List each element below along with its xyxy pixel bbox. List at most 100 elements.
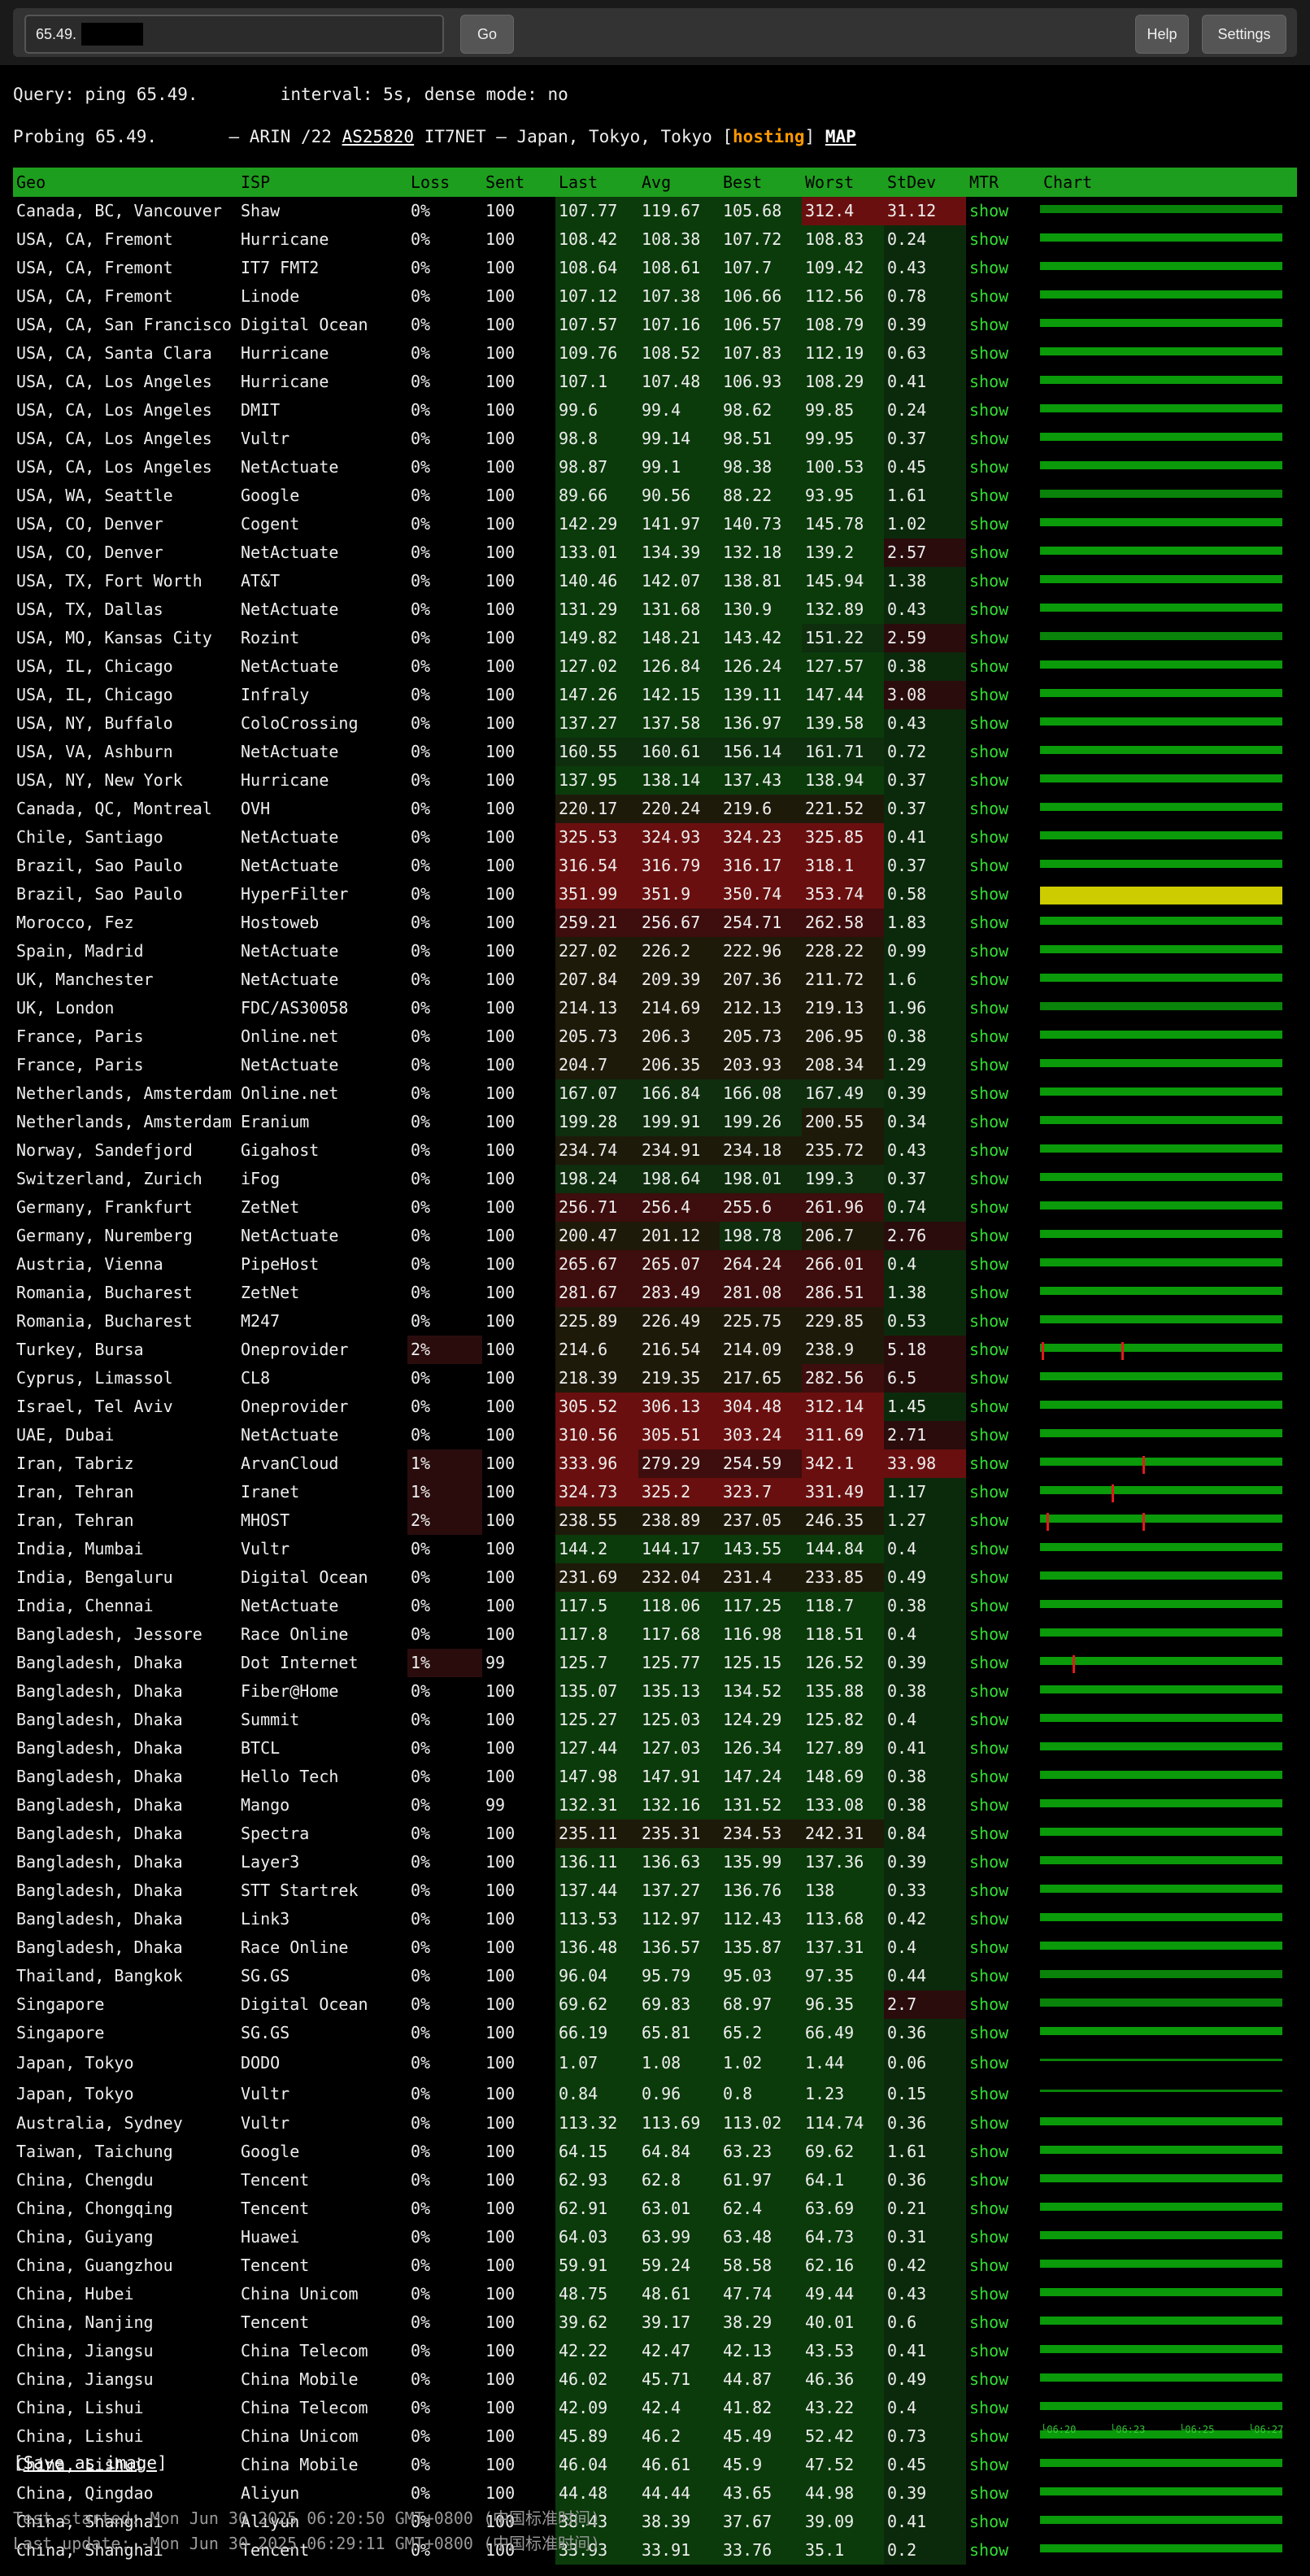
column-header[interactable]: Loss: [407, 168, 482, 197]
settings-button[interactable]: Settings: [1202, 15, 1286, 54]
mtr-show-link[interactable]: show: [966, 2223, 1040, 2251]
mtr-show-link[interactable]: show: [966, 254, 1040, 282]
mtr-show-link[interactable]: show: [966, 1592, 1040, 1620]
mtr-show-link[interactable]: show: [966, 1734, 1040, 1763]
mtr-show-link[interactable]: show: [966, 1449, 1040, 1478]
mtr-show-link[interactable]: show: [966, 1791, 1040, 1820]
mtr-show-link[interactable]: show: [966, 339, 1040, 368]
mtr-show-link[interactable]: show: [966, 1677, 1040, 1706]
mtr-show-link[interactable]: show: [966, 2109, 1040, 2138]
mtr-show-link[interactable]: show: [966, 1876, 1040, 1905]
mtr-show-link[interactable]: show: [966, 1620, 1040, 1649]
column-header[interactable]: StDev: [884, 168, 966, 197]
mtr-show-link[interactable]: show: [966, 510, 1040, 538]
mtr-show-link[interactable]: show: [966, 2308, 1040, 2337]
asn-link[interactable]: AS25820: [342, 127, 415, 146]
mtr-show-link[interactable]: show: [966, 1535, 1040, 1563]
mtr-show-link[interactable]: show: [966, 709, 1040, 738]
save-as-image-link[interactable]: Save as image: [24, 2453, 157, 2473]
mtr-show-link[interactable]: show: [966, 2166, 1040, 2195]
column-header[interactable]: Chart: [1040, 168, 1297, 197]
mtr-show-link[interactable]: show: [966, 994, 1040, 1022]
mtr-show-link[interactable]: show: [966, 2337, 1040, 2365]
mtr-show-link[interactable]: show: [966, 2280, 1040, 2308]
mtr-show-link[interactable]: show: [966, 795, 1040, 823]
mtr-show-link[interactable]: show: [966, 681, 1040, 709]
mtr-show-link[interactable]: show: [966, 2078, 1040, 2109]
go-button[interactable]: Go: [460, 15, 514, 54]
mtr-show-link[interactable]: show: [966, 197, 1040, 225]
mtr-show-link[interactable]: show: [966, 1250, 1040, 1279]
mtr-show-link[interactable]: show: [966, 482, 1040, 510]
mtr-show-link[interactable]: show: [966, 2508, 1040, 2536]
mtr-show-link[interactable]: show: [966, 1051, 1040, 1079]
mtr-show-link[interactable]: show: [966, 1478, 1040, 1506]
mtr-show-link[interactable]: show: [966, 1108, 1040, 1136]
mtr-show-link[interactable]: show: [966, 624, 1040, 652]
mtr-show-link[interactable]: show: [966, 311, 1040, 339]
mtr-show-link[interactable]: show: [966, 1393, 1040, 1421]
mtr-show-link[interactable]: show: [966, 1307, 1040, 1336]
mtr-show-link[interactable]: show: [966, 652, 1040, 681]
mtr-show-link[interactable]: show: [966, 1193, 1040, 1222]
mtr-show-link[interactable]: show: [966, 1421, 1040, 1449]
mtr-show-link[interactable]: show: [966, 453, 1040, 482]
mtr-show-link[interactable]: show: [966, 1848, 1040, 1876]
mtr-show-link[interactable]: show: [966, 368, 1040, 396]
mtr-show-link[interactable]: show: [966, 823, 1040, 852]
mtr-show-link[interactable]: show: [966, 425, 1040, 453]
column-header[interactable]: MTR: [966, 168, 1040, 197]
mtr-show-link[interactable]: show: [966, 567, 1040, 595]
mtr-show-link[interactable]: show: [966, 766, 1040, 795]
mtr-show-link[interactable]: show: [966, 225, 1040, 254]
column-header[interactable]: ISP: [237, 168, 407, 197]
column-header[interactable]: Last: [555, 168, 638, 197]
column-header[interactable]: Geo: [13, 168, 237, 197]
mtr-show-link[interactable]: show: [966, 2138, 1040, 2166]
mtr-show-link[interactable]: show: [966, 965, 1040, 994]
mtr-show-link[interactable]: show: [966, 852, 1040, 880]
mtr-show-link[interactable]: show: [966, 2479, 1040, 2508]
mtr-show-link[interactable]: show: [966, 1079, 1040, 1108]
mtr-show-link[interactable]: show: [966, 595, 1040, 624]
column-header[interactable]: Sent: [482, 168, 555, 197]
help-button[interactable]: Help: [1135, 15, 1189, 54]
mtr-show-link[interactable]: show: [966, 1022, 1040, 1051]
mtr-show-link[interactable]: show: [966, 282, 1040, 311]
mtr-show-link[interactable]: show: [966, 1763, 1040, 1791]
mtr-show-link[interactable]: show: [966, 1905, 1040, 1933]
mtr-show-link[interactable]: show: [966, 2365, 1040, 2394]
mtr-show-link[interactable]: show: [966, 2047, 1040, 2078]
mtr-show-link[interactable]: show: [966, 2019, 1040, 2047]
mtr-show-link[interactable]: show: [966, 1990, 1040, 2019]
mtr-show-link[interactable]: show: [966, 1962, 1040, 1990]
mtr-show-link[interactable]: show: [966, 1649, 1040, 1677]
mtr-show-link[interactable]: show: [966, 880, 1040, 909]
mtr-show-link[interactable]: show: [966, 1820, 1040, 1848]
mtr-show-link[interactable]: show: [966, 1364, 1040, 1393]
column-header[interactable]: Avg: [638, 168, 720, 197]
mtr-show-link[interactable]: show: [966, 1506, 1040, 1535]
mtr-show-link[interactable]: show: [966, 2451, 1040, 2479]
mtr-show-link[interactable]: show: [966, 2422, 1040, 2451]
mtr-show-link[interactable]: show: [966, 2251, 1040, 2280]
map-link[interactable]: MAP: [825, 127, 856, 146]
mtr-show-link[interactable]: show: [966, 1336, 1040, 1364]
mtr-show-link[interactable]: show: [966, 2394, 1040, 2422]
mtr-show-link[interactable]: show: [966, 937, 1040, 965]
mtr-show-link[interactable]: show: [966, 1933, 1040, 1962]
mtr-show-link[interactable]: show: [966, 1706, 1040, 1734]
mtr-show-link[interactable]: show: [966, 1136, 1040, 1165]
mtr-show-link[interactable]: show: [966, 2195, 1040, 2223]
column-header[interactable]: Best: [720, 168, 802, 197]
mtr-show-link[interactable]: show: [966, 1165, 1040, 1193]
mtr-show-link[interactable]: show: [966, 1563, 1040, 1592]
mtr-show-link[interactable]: show: [966, 396, 1040, 425]
mtr-show-link[interactable]: show: [966, 909, 1040, 937]
mtr-show-link[interactable]: show: [966, 538, 1040, 567]
mtr-show-link[interactable]: show: [966, 1222, 1040, 1250]
column-header[interactable]: Worst: [802, 168, 884, 197]
mtr-show-link[interactable]: show: [966, 2536, 1040, 2565]
mtr-show-link[interactable]: show: [966, 1279, 1040, 1307]
mtr-show-link[interactable]: show: [966, 738, 1040, 766]
